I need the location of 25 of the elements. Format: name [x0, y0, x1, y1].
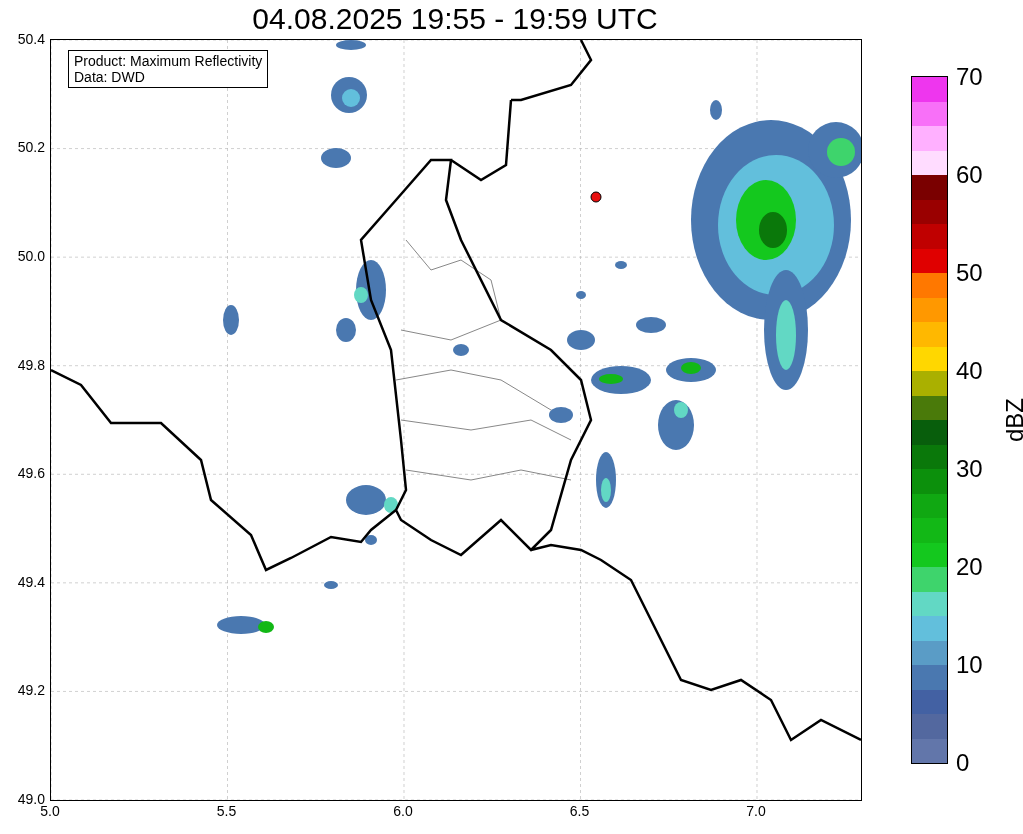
scale-tick-label: 0 — [956, 750, 970, 776]
scale-tick-label: 30 — [956, 456, 983, 482]
y-tick-label: 49.4 — [17, 573, 45, 590]
legend-text: Data: DWD — [74, 68, 146, 85]
y-tick-label: 49.0 — [17, 790, 45, 807]
y-tick-label: 50.4 — [17, 30, 45, 47]
scale-tick-label: 40 — [956, 358, 983, 384]
y-tick-label: 49.8 — [17, 356, 45, 373]
scale-tick-label: 20 — [956, 554, 983, 580]
scale-tick-label: 70 — [956, 64, 983, 90]
y-tick-label: 50.0 — [17, 248, 45, 265]
x-tick-label: 6.0 — [392, 802, 414, 819]
x-tick-label: 7.0 — [745, 802, 767, 819]
scale-tick-label: 50 — [956, 260, 983, 286]
x-tick-label: 5.5 — [215, 802, 238, 819]
scale-axis-label: dBZ — [1002, 398, 1023, 442]
scale-tick-label: 10 — [956, 652, 983, 678]
scale-tick-label: 60 — [956, 162, 983, 188]
y-tick-label: 49.6 — [17, 465, 45, 482]
y-tick-label: 49.2 — [17, 682, 45, 699]
y-tick-label: 50.2 — [17, 139, 45, 156]
chart-title: 04.08.2025 19:55 - 19:59 UTC — [252, 4, 658, 35]
x-tick-label: 6.5 — [568, 802, 591, 819]
location-marker — [590, 191, 602, 203]
legend-text: Product: Maximum Reflectivity — [74, 52, 263, 69]
